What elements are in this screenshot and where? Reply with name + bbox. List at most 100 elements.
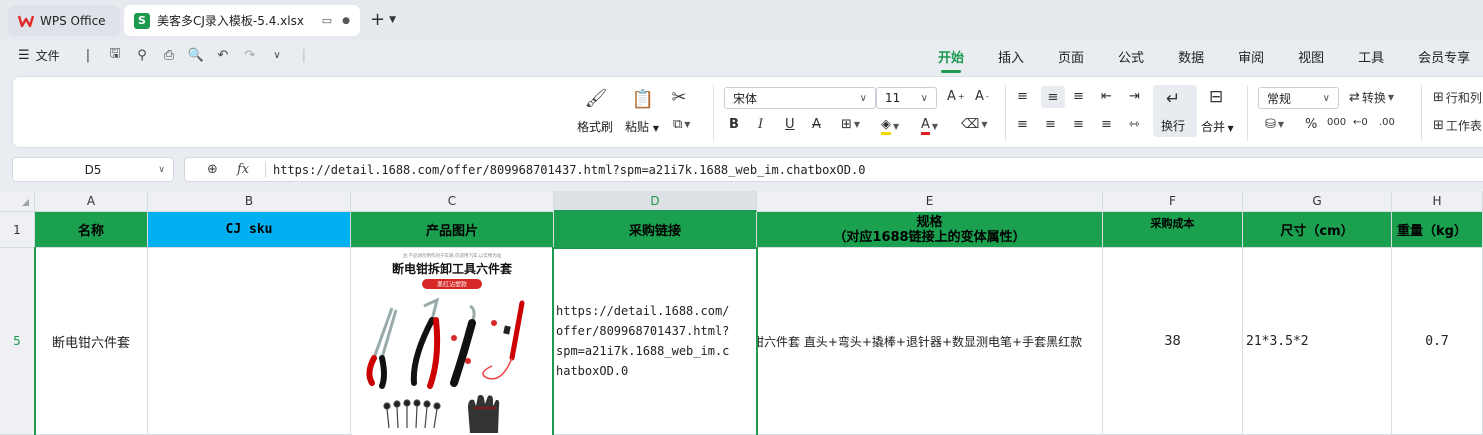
align-center-icon[interactable]: ≡ xyxy=(1045,117,1056,132)
divider xyxy=(265,161,266,178)
strikethrough-icon[interactable]: A xyxy=(812,117,821,132)
print-icon[interactable]: ⎙ xyxy=(161,46,177,64)
tab-formulas[interactable]: 公式 xyxy=(1118,47,1144,66)
redo-icon[interactable]: ↷ xyxy=(242,46,258,64)
tab-insert[interactable]: 插入 xyxy=(998,47,1024,66)
header-cell-size[interactable]: 尺寸（cm） xyxy=(1243,212,1392,248)
save-icon[interactable]: 🖫 xyxy=(107,46,123,64)
tab-review[interactable]: 审阅 xyxy=(1238,47,1264,66)
decrease-decimal-icon[interactable]: .00 xyxy=(1379,117,1395,128)
tab-file[interactable]: S 美客多CJ录入模板-5.4.xlsx ▭ ● xyxy=(124,5,360,36)
paste-icon[interactable]: 📋 xyxy=(631,87,655,111)
copy-icon[interactable]: ⧉ ▼ xyxy=(673,117,690,132)
decrease-font-icon[interactable]: A- xyxy=(975,89,989,104)
cut-icon[interactable]: ✂ xyxy=(669,87,689,108)
justify-icon[interactable]: ≡ xyxy=(1101,117,1112,132)
zoom-icon[interactable]: ⊕ xyxy=(207,162,218,177)
undo-icon[interactable]: ↶ xyxy=(215,46,231,64)
percent-icon[interactable]: % xyxy=(1305,117,1317,132)
formula-input[interactable]: ⊕ fx https://detail.1688.com/offer/80996… xyxy=(184,157,1483,182)
product-badge: 黑红沾塑款 xyxy=(437,281,467,289)
unsaved-dot-icon[interactable]: ● xyxy=(342,16,350,26)
header-cell-spec[interactable]: 规格 （对应1688链接上的变体属性） xyxy=(757,212,1103,248)
wrap-text-button[interactable]: ↵ 换行 xyxy=(1153,85,1197,137)
cell-f5[interactable]: 38 xyxy=(1103,248,1243,435)
header-cell-sku[interactable]: CJ sku xyxy=(148,212,351,248)
header-cell-cost[interactable]: 采购成本 xyxy=(1103,212,1243,248)
tab-wps-office[interactable]: WPS Office xyxy=(8,5,120,36)
format-painter-icon[interactable]: 🖌 xyxy=(585,87,608,109)
column-header-c[interactable]: C xyxy=(351,191,554,212)
align-left-icon[interactable]: ≡ xyxy=(1017,117,1028,132)
chevron-down-icon[interactable]: ∨ xyxy=(269,46,285,64)
divider xyxy=(1247,85,1248,141)
rows-cols-button[interactable]: ⊞ 行和列 xyxy=(1433,89,1482,106)
print-preview-icon[interactable]: 🔍 xyxy=(188,46,204,64)
column-header-e[interactable]: E xyxy=(757,191,1103,212)
header-cell-weight[interactable]: 重量（kg） xyxy=(1392,212,1483,248)
share-icon[interactable]: ⚲ xyxy=(134,46,150,64)
format-painter-label[interactable]: 格式刷 xyxy=(577,118,613,135)
fx-icon[interactable]: fx xyxy=(237,162,249,177)
border-icon[interactable]: ⊞ ▼ xyxy=(841,117,860,132)
column-header-b[interactable]: B xyxy=(148,191,351,212)
tab-page[interactable]: 页面 xyxy=(1058,47,1084,66)
number-format-select[interactable]: 常规 ∨ xyxy=(1258,87,1339,109)
window-icon[interactable]: ▭ xyxy=(322,14,332,27)
indent-increase-icon[interactable]: ⇥ xyxy=(1129,89,1140,104)
merge-cells-icon[interactable]: ⊟ xyxy=(1209,87,1223,107)
column-header-g[interactable]: G xyxy=(1243,191,1392,212)
convert-button[interactable]: ⇄ 转换 ▼ xyxy=(1349,89,1394,106)
tab-home[interactable]: 开始 xyxy=(938,47,964,73)
cell-b5[interactable] xyxy=(148,248,351,435)
font-size-select[interactable]: 11 ∨ xyxy=(876,87,937,109)
cell-g5[interactable]: 21*3.5*2 xyxy=(1243,248,1392,435)
column-header-a[interactable]: A xyxy=(35,191,148,212)
italic-icon[interactable]: I xyxy=(758,117,763,132)
fill-color-icon[interactable]: ◈ ▼ xyxy=(881,117,899,135)
column-header-f[interactable]: F xyxy=(1103,191,1243,212)
header-cell-name[interactable]: 名称 xyxy=(35,212,148,248)
font-color-icon[interactable]: A ▼ xyxy=(921,117,938,135)
bold-icon[interactable]: B xyxy=(729,117,739,132)
pliers-straight-icon xyxy=(366,307,398,389)
new-tab-button[interactable]: + ▼ xyxy=(370,9,396,30)
underline-icon[interactable]: U xyxy=(785,117,795,132)
header-cell-link[interactable]: 采购链接 xyxy=(554,212,757,248)
worksheet-button[interactable]: ⊞ 工作表 xyxy=(1433,117,1482,134)
tab-data[interactable]: 数据 xyxy=(1178,47,1204,66)
currency-icon[interactable]: ⛁ ▼ xyxy=(1265,117,1284,132)
cell-a5[interactable]: 断电钳六件套 xyxy=(35,248,148,435)
tab-view[interactable]: 视图 xyxy=(1298,47,1324,66)
formula-text[interactable]: https://detail.1688.com/offer/8099687014… xyxy=(273,163,865,177)
indent-decrease-icon[interactable]: ⇤ xyxy=(1101,89,1112,104)
row-header-5[interactable]: 5 xyxy=(0,248,35,435)
column-header-h[interactable]: H xyxy=(1392,191,1483,212)
cell-e5[interactable]: 钳六件套 直头+弯头+撬棒+退针器+数显测电笔+手套黑红款 xyxy=(757,248,1103,435)
header-cell-image[interactable]: 产品图片 xyxy=(351,212,554,248)
increase-decimal-icon[interactable]: ←0 xyxy=(1353,117,1368,128)
font-name-select[interactable]: 宋体 ∨ xyxy=(724,87,876,109)
select-all-corner[interactable] xyxy=(0,191,35,212)
increase-font-icon[interactable]: A + xyxy=(947,89,965,104)
tab-member[interactable]: 会员专享 xyxy=(1418,47,1470,66)
file-menu-button[interactable]: ☰ 文件 xyxy=(18,47,60,64)
align-bottom-icon[interactable]: ≡ xyxy=(1073,89,1084,104)
pin-remover-set-icon xyxy=(383,399,441,429)
align-right-icon[interactable]: ≡ xyxy=(1073,117,1084,132)
tab-tools[interactable]: 工具 xyxy=(1358,47,1384,66)
row-header-1[interactable]: 1 xyxy=(0,212,35,248)
paste-label[interactable]: 粘贴 ▼ xyxy=(625,118,659,135)
merge-cells-label[interactable]: 合并 ▼ xyxy=(1201,118,1234,135)
align-middle-icon[interactable]: ≡ xyxy=(1041,86,1065,108)
pliers-bent-icon xyxy=(410,297,441,389)
product-image[interactable]: 注:产品请勿用作对于车辆.仅适用汽车,以实物为准 断电钳拆卸工具六件套 黑红沾塑… xyxy=(352,248,552,435)
cell-d5[interactable]: https://detail.1688.com/ offer/809968701… xyxy=(554,248,757,435)
cell-h5[interactable]: 0.7 xyxy=(1392,248,1483,435)
distribute-icon[interactable]: ⇿ xyxy=(1129,117,1140,132)
thousands-icon[interactable]: 000 xyxy=(1327,117,1346,128)
clear-format-icon[interactable]: ⌫ ▼ xyxy=(961,117,988,132)
name-box[interactable]: D5 ∨ xyxy=(12,157,174,182)
align-top-icon[interactable]: ≡ xyxy=(1017,89,1028,104)
column-header-d[interactable]: D xyxy=(554,191,757,212)
